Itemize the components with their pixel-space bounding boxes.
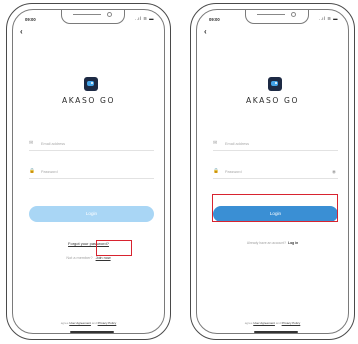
front-camera bbox=[107, 12, 112, 17]
account-prompt: Already have an account? bbox=[246, 241, 287, 245]
brand-name: AKASO GO bbox=[245, 96, 300, 105]
privacy-policy-link[interactable]: Privacy Policy bbox=[98, 321, 117, 325]
email-field[interactable]: ✉ Email address bbox=[213, 140, 338, 151]
lock-icon: 🔒 bbox=[29, 169, 35, 174]
brand-name: AKASO GO bbox=[61, 96, 116, 105]
speaker bbox=[257, 14, 285, 15]
log-in-link[interactable]: Log in bbox=[288, 241, 298, 245]
agreement-text: agree User Agreement and Privacy Policy bbox=[197, 321, 348, 325]
eye-icon[interactable]: ◉ bbox=[332, 169, 336, 175]
agree-prefix: agree bbox=[60, 321, 69, 325]
password-field[interactable]: 🔒 Password bbox=[29, 168, 154, 179]
member-prompt-row: Not a member? Join now bbox=[13, 256, 164, 260]
email-placeholder: Email address bbox=[41, 142, 66, 146]
password-placeholder: Password bbox=[225, 170, 242, 174]
status-time: 09:00 bbox=[209, 17, 220, 22]
login-screen-left: 09:00 ..ıl ≋ ▬ ‹ AKASO GO ✉ Email addres… bbox=[12, 9, 165, 334]
akaso-camera-logo-icon bbox=[84, 77, 98, 91]
agree-prefix: agree bbox=[244, 321, 253, 325]
akaso-camera-logo-icon bbox=[268, 77, 282, 91]
notch bbox=[245, 10, 309, 24]
login-button-highlight bbox=[212, 194, 338, 222]
front-camera bbox=[291, 12, 296, 17]
email-field[interactable]: ✉ Email address bbox=[29, 140, 154, 151]
user-agreement-link[interactable]: User Agreement bbox=[69, 321, 91, 325]
logo-lens-dot bbox=[275, 82, 277, 84]
password-field[interactable]: 🔒 Password ◉ bbox=[213, 168, 338, 179]
phone-frame-left: 09:00 ..ıl ≋ ▬ ‹ AKASO GO ✉ Email addres… bbox=[6, 3, 171, 340]
join-now-highlight bbox=[96, 240, 132, 256]
phone-frame-right: 09:00 ..ıl ≋ ▬ ‹ AKASO GO ✉ Email addres… bbox=[190, 3, 355, 340]
speaker bbox=[73, 14, 101, 15]
home-indicator bbox=[70, 331, 114, 333]
status-time: 09:00 bbox=[25, 17, 36, 22]
mail-icon: ✉ bbox=[213, 141, 218, 146]
user-agreement-link[interactable]: User Agreement bbox=[253, 321, 275, 325]
login-button[interactable]: Login bbox=[29, 206, 154, 222]
back-arrow-icon[interactable]: ‹ bbox=[20, 28, 23, 36]
notch bbox=[61, 10, 125, 24]
status-icons: ..ıl ≋ ▬ bbox=[134, 16, 154, 21]
privacy-policy-link[interactable]: Privacy Policy bbox=[282, 321, 301, 325]
status-icons: ..ıl ≋ ▬ bbox=[318, 16, 338, 21]
agreement-text: agree User Agreement and Privacy Policy bbox=[13, 321, 164, 325]
join-now-link[interactable]: Join now bbox=[96, 256, 111, 260]
member-prompt: Not a member? bbox=[66, 256, 93, 260]
home-indicator bbox=[254, 331, 298, 333]
lock-icon: 🔒 bbox=[213, 169, 219, 174]
account-prompt-row: Already have an account? Log in bbox=[197, 241, 348, 245]
back-arrow-icon[interactable]: ‹ bbox=[204, 28, 207, 36]
mail-icon: ✉ bbox=[29, 141, 34, 146]
and-text: and bbox=[275, 321, 281, 325]
forgot-password-link[interactable]: Forgot your password? bbox=[13, 241, 164, 246]
and-text: and bbox=[91, 321, 97, 325]
password-placeholder: Password bbox=[41, 170, 58, 174]
email-placeholder: Email address bbox=[225, 142, 250, 146]
logo-lens-dot bbox=[91, 82, 93, 84]
login-screen-right: 09:00 ..ıl ≋ ▬ ‹ AKASO GO ✉ Email addres… bbox=[196, 9, 349, 334]
